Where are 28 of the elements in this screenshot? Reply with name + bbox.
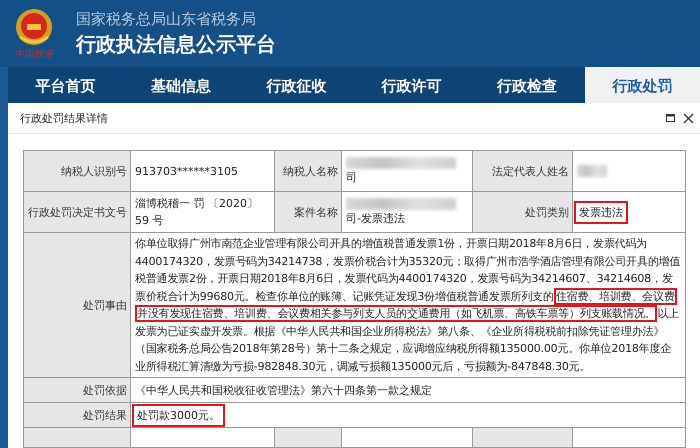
field-label: 案件名称 xyxy=(275,192,342,233)
field-label: 处罚类别 xyxy=(473,192,573,233)
field-value: 《中华人民共和国税收征收管理法》第六十四条第一款之规定 xyxy=(131,378,686,403)
field-value: 司 xyxy=(342,151,473,192)
field-label: 处罚结果 xyxy=(24,403,131,428)
maximize-icon[interactable] xyxy=(666,114,675,122)
nav-tab[interactable]: 平台首页 xyxy=(8,67,124,106)
nav-tab[interactable]: 行政征收 xyxy=(238,67,354,106)
field-label: 处罚事由 xyxy=(24,233,131,378)
reason-paragraph: 你单位取得广州市南范企业管理有限公司开具的增值税普通发票1份，开票日期2018年8月6日，发票代码为4400174320，发票号码为34214738，发票价税合计为35320元；取得广州市浩学酒店管理有限公司开具的增值税普通发票2份，开票日期2018年8月6日，发票代码为4400174320，发票号码为34214607、34214608，发票价税合计为99680元。检查你单位的账簿、记账凭证发现3份增值税普通发票所列支的 住宿费、培训费、会议费并没有发现住宿费、培训费、会议费相关参与列支人员的交通费用（如飞机票、高铁车票等）列支账载情况。 以上发票为已证实虚开发票。根据《中华人民共和国企业所得税法》第八条、《企业所得税税前扣除凭证管理办法》（国家税务总局公告2018年第28号）第十二条之规定，应调增应纳税所得额135000.00元。你单位2018年度企业所得税汇算清缴为亏损-982848.30元，调减亏损额135000元后，亏损额为-847848.30元。 xyxy=(135,236,681,374)
nav-tab[interactable]: 行政处罚 xyxy=(584,67,700,106)
nav-tab[interactable]: 行政许可 xyxy=(354,67,470,106)
field-label: 纳税人名称 xyxy=(275,151,342,192)
nav-tab[interactable]: 基础信息 xyxy=(123,67,239,106)
dialog-title: 行政处罚结果详情 xyxy=(20,110,108,126)
emblem-icon xyxy=(14,6,54,46)
field-label: 处罚依据 xyxy=(24,378,131,403)
nav-tab[interactable]: 行政检查 xyxy=(469,67,585,106)
empty-label-cell xyxy=(275,428,342,448)
field-label: 行政处罚决定书文号 xyxy=(24,192,131,233)
field-label: 法定代表人姓名 xyxy=(473,151,573,192)
field-value: 发票违法 xyxy=(573,192,686,233)
logo-caption: 中国税务 xyxy=(14,48,54,60)
close-icon[interactable] xyxy=(683,112,694,124)
site-title: 行政执法信息公示平台 xyxy=(76,30,276,58)
field-value: 司-发票违法 xyxy=(342,192,473,233)
field-label: 纳税人识别号 xyxy=(24,151,131,192)
organization-name: 国家税务总局山东省税务局 xyxy=(76,10,257,28)
